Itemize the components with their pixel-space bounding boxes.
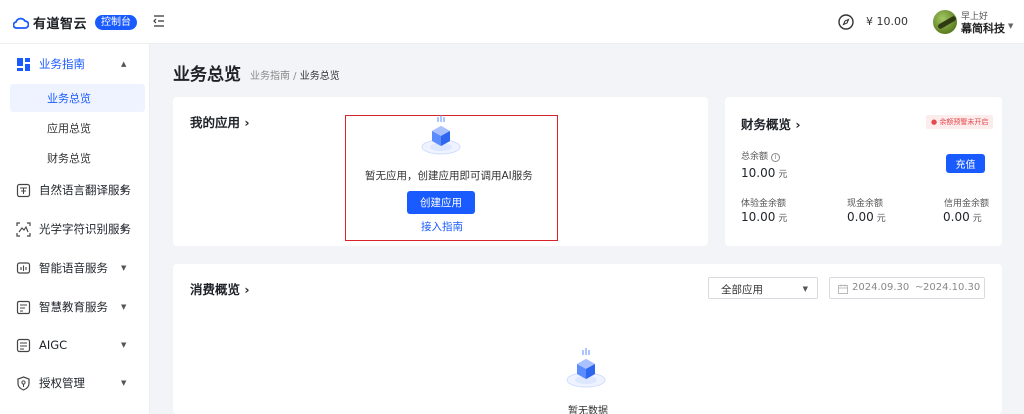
app-filter-value: 全部应用: [721, 284, 763, 296]
breadcrumb-parent[interactable]: 业务指南: [250, 71, 290, 82]
breadcrumb-separator: /: [290, 71, 300, 82]
logo-text: 有道智云: [33, 17, 88, 32]
breadcrumb: 业务指南 / 业务总览: [250, 67, 340, 82]
chevron-down-icon: ▼: [121, 186, 127, 194]
sidebar-group-label: 授权管理: [39, 376, 85, 390]
sidebar-group-voice[interactable]: 智能语音服务 ▼: [0, 251, 150, 285]
consumption-title[interactable]: 消费概览 ›: [190, 279, 250, 298]
total-balance-label: 总余额 i: [741, 149, 781, 162]
consumption-title-label: 消费概览: [190, 282, 241, 297]
sidebar-group-education[interactable]: 智慧教育服务 ▼: [0, 290, 150, 324]
dashboard-grid-icon: [17, 57, 30, 71]
sidebar-group-label: 智能语音服务: [39, 261, 108, 275]
cash-balance-label: 现金余额: [847, 199, 884, 209]
sidebar: 业务指南 ▲ 业务总览 应用总览 财务总览 自然语言翻译服务 ▼ 光学字符识别服…: [0, 44, 150, 414]
info-icon[interactable]: i: [771, 153, 781, 162]
chevron-down-icon: ▼: [121, 303, 127, 311]
chevron-right-icon: ›: [244, 282, 250, 297]
sidebar-item-business-overview[interactable]: 业务总览: [10, 84, 145, 112]
sidebar-group-label: 自然语言翻译服务: [39, 183, 131, 197]
total-balance-value: 10.00 元: [741, 166, 787, 180]
chevron-up-icon: ▲: [121, 60, 127, 68]
credit-balance-amount: 0.00: [943, 210, 970, 224]
chevron-down-icon[interactable]: ▼: [1008, 22, 1013, 30]
education-icon: [16, 300, 31, 314]
chevron-down-icon: ▼: [121, 264, 127, 272]
company-name[interactable]: 幕简科技: [961, 20, 1005, 36]
sidebar-group-label: 智慧教育服务: [39, 300, 108, 314]
sidebar-group-label: 业务指南: [39, 57, 85, 71]
top-bar: 有道智云 控制台 ¥ 10.00 早上好 幕简科技 ▼: [0, 0, 1024, 44]
currency-unit: 元: [972, 214, 982, 224]
empty-apps-message: 暂无应用，创建应用即可调用AI服务: [365, 170, 533, 182]
credit-balance-label: 信用金余额: [944, 199, 990, 209]
total-balance-label-text: 总余额: [741, 152, 769, 162]
console-badge: 控制台: [95, 15, 138, 30]
access-guide-link[interactable]: 接入指南: [421, 219, 463, 234]
date-range-picker[interactable]: 2024.09.30 ~ 2024.10.30: [829, 277, 985, 299]
cash-balance-amount: 0.00: [847, 210, 874, 224]
sidebar-item-finance-overview[interactable]: 财务总览: [10, 144, 145, 172]
create-app-button[interactable]: 创建应用: [407, 191, 475, 214]
cash-balance-value: 0.00 元: [847, 210, 886, 224]
sidebar-item-label: 业务总览: [47, 92, 91, 105]
sidebar-group-ocr[interactable]: 光学字符识别服务 ▼: [0, 212, 150, 246]
empty-cube-icon: [421, 115, 461, 155]
sidebar-group-authorization[interactable]: 授权管理 ▼: [0, 366, 150, 400]
sidebar-collapse-icon[interactable]: [152, 14, 166, 28]
page-title: 业务总览: [173, 65, 241, 85]
chevron-down-icon: ▼: [121, 379, 127, 387]
chevron-right-icon: ›: [795, 117, 801, 132]
date-start: 2024.09.30: [852, 282, 910, 293]
currency-unit: 元: [778, 170, 788, 180]
sidebar-group-aigc[interactable]: AIGC ▼: [0, 328, 150, 362]
my-apps-title-label: 我的应用: [190, 115, 241, 130]
balance-alert-badge[interactable]: ● 余额预警未开启: [926, 115, 994, 129]
finance-title[interactable]: 财务概览 ›: [741, 114, 801, 133]
app-filter-select[interactable]: 全部应用 ▼: [708, 277, 818, 299]
chevron-down-icon: ▼: [121, 341, 127, 349]
compass-icon[interactable]: [837, 13, 855, 31]
chevron-down-icon: ▼: [802, 285, 808, 293]
chevron-down-icon: ▼: [121, 225, 127, 233]
date-end: 2024.10.30: [923, 282, 981, 293]
cloud-logo-icon: [13, 17, 29, 29]
aigc-icon: [16, 338, 31, 352]
total-balance-amount: 10.00: [741, 166, 776, 180]
trial-balance-value: 10.00 元: [741, 210, 787, 224]
sidebar-group-label: 光学字符识别服务: [39, 222, 131, 236]
logo[interactable]: 有道智云 控制台: [13, 13, 138, 32]
recharge-button[interactable]: 充值: [946, 154, 985, 173]
shield-key-icon: [17, 375, 30, 391]
finance-title-label: 财务概览: [741, 117, 792, 132]
empty-cube-icon: [566, 348, 606, 388]
currency-unit: 元: [778, 214, 788, 224]
translate-icon: [16, 183, 31, 197]
trial-balance-amount: 10.00: [741, 210, 776, 224]
my-apps-title[interactable]: 我的应用 ›: [190, 112, 250, 131]
credit-balance-value: 0.00 元: [943, 210, 982, 224]
sidebar-group-business-guide[interactable]: 业务指南 ▲: [0, 47, 150, 81]
sidebar-group-label: AIGC: [39, 338, 68, 352]
voice-icon: [16, 261, 31, 274]
account-balance: ¥ 10.00: [866, 15, 908, 28]
no-data-message: 暂无数据: [568, 406, 608, 414]
sidebar-group-translation[interactable]: 自然语言翻译服务 ▼: [0, 173, 150, 207]
chevron-right-icon: ›: [244, 115, 250, 130]
calendar-icon: [838, 284, 848, 294]
avatar[interactable]: [933, 10, 957, 34]
scan-icon: [16, 221, 31, 237]
sidebar-item-app-overview[interactable]: 应用总览: [10, 114, 145, 142]
sidebar-item-label: 财务总览: [47, 152, 91, 165]
trial-balance-label: 体验金余额: [741, 199, 787, 209]
breadcrumb-current: 业务总览: [299, 71, 340, 82]
sidebar-item-label: 应用总览: [47, 122, 91, 135]
currency-unit: 元: [876, 214, 886, 224]
